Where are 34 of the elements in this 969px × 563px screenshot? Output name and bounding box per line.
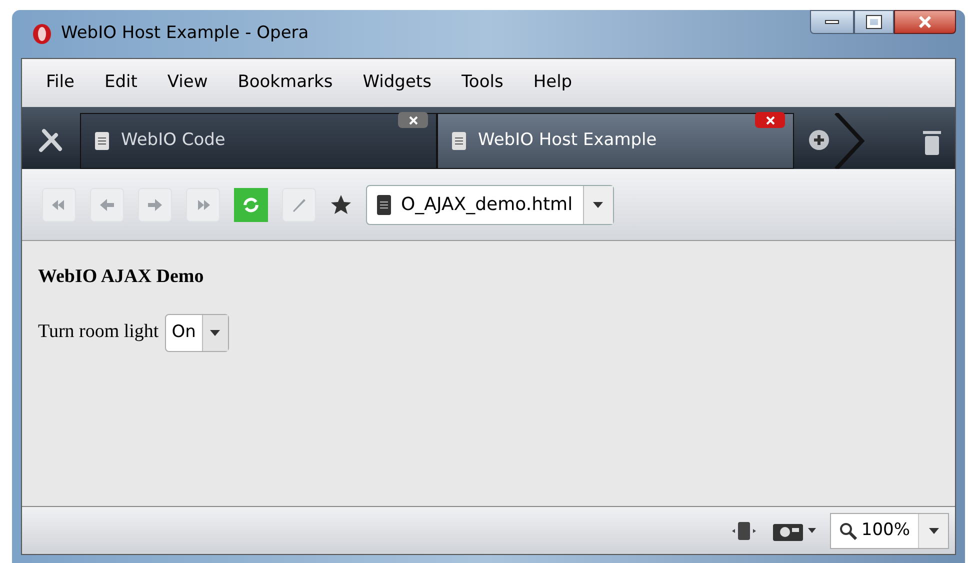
document-icon [95, 132, 109, 150]
close-button[interactable] [894, 10, 956, 34]
window-title: WebIO Host Example - Opera [61, 22, 309, 46]
menu-item[interactable]: Bookmarks [226, 70, 345, 96]
page-heading: WebIO AJAX Demo [38, 265, 205, 289]
dropdown-caret-icon[interactable] [593, 202, 604, 208]
search-icon [839, 522, 858, 540]
menu-item[interactable]: Widgets [350, 70, 444, 96]
tab[interactable]: WebIO Code [80, 113, 437, 169]
new-tab-icon[interactable] [806, 127, 832, 153]
zoom-field[interactable]: 100% [830, 512, 949, 548]
document-icon [452, 132, 466, 150]
close-icon [918, 16, 932, 28]
address-field[interactable]: O_AJAX_demo.html [366, 184, 614, 224]
dropdown-caret-icon[interactable] [928, 528, 938, 534]
maximize-button[interactable] [854, 10, 894, 34]
tab[interactable]: WebIO Host Example [437, 113, 794, 169]
menu-item[interactable]: Edit [92, 70, 150, 96]
minimize-button[interactable] [810, 10, 854, 34]
menu-item[interactable]: Tools [449, 70, 516, 96]
close-tab-button[interactable] [398, 112, 428, 128]
close-tab-button[interactable] [755, 112, 785, 128]
menu-item[interactable]: File [34, 70, 86, 96]
field-label: Turn room light [38, 320, 159, 344]
device-icon[interactable] [730, 520, 758, 542]
star-icon[interactable] [330, 194, 352, 216]
menu-item[interactable]: Help [521, 70, 584, 96]
close-icon [408, 116, 418, 124]
browser-logo-icon [31, 23, 53, 45]
light-select[interactable]: On [164, 314, 229, 352]
dropdown-caret-icon [210, 330, 220, 336]
document-icon [377, 194, 391, 214]
menu-item[interactable]: View [155, 70, 220, 96]
close-icon [766, 116, 774, 124]
